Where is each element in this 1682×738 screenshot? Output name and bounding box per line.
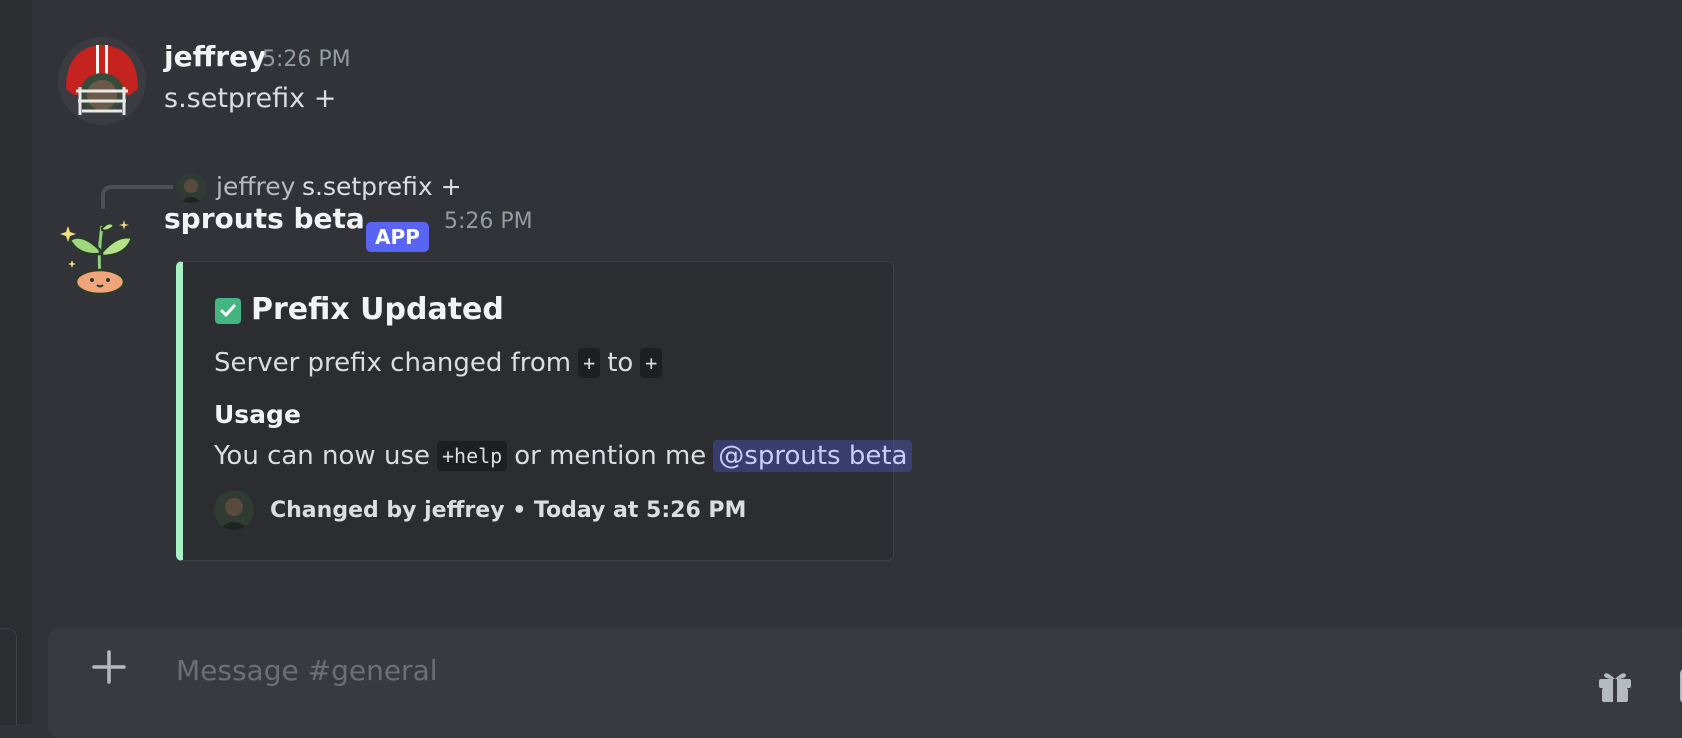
message-content: s.setprefix + bbox=[164, 83, 336, 114]
reply-content[interactable]: s.setprefix + bbox=[302, 172, 462, 201]
embed-field-value: You can now use +help or mention me @spr… bbox=[214, 440, 912, 472]
reply-author[interactable]: jeffrey bbox=[216, 172, 295, 201]
embed-footer: Changed by jeffrey • Today at 5:26 PM bbox=[270, 498, 746, 523]
embed-title: Prefix Updated bbox=[251, 292, 504, 327]
bot-avatar-sprouts[interactable] bbox=[58, 212, 146, 300]
message-timestamp: 5:26 PM bbox=[262, 47, 351, 72]
helmet-avatar-icon bbox=[58, 37, 146, 125]
message-composer bbox=[48, 628, 1682, 738]
check-box-icon bbox=[215, 298, 241, 324]
new-prefix-code: + bbox=[640, 348, 662, 378]
help-command-code: +help bbox=[437, 441, 507, 471]
message-input[interactable] bbox=[174, 648, 1378, 692]
description-to: to bbox=[607, 348, 633, 378]
user-avatar-jeffrey[interactable] bbox=[58, 37, 146, 125]
embed-field-name: Usage bbox=[214, 400, 301, 429]
chat-area: jeffrey 5:26 PM s.setprefix + jeffrey s.… bbox=[32, 0, 1682, 724]
usage-text: You can now use bbox=[214, 441, 430, 471]
channel-sidebar-edge bbox=[0, 0, 32, 724]
usage-middle-text: or mention me bbox=[514, 441, 706, 471]
bot-mention[interactable]: @sprouts beta bbox=[713, 440, 912, 472]
bot-timestamp: 5:26 PM bbox=[444, 209, 533, 234]
user-panel-edge bbox=[0, 628, 17, 725]
plus-icon[interactable] bbox=[84, 642, 134, 692]
message-author[interactable]: jeffrey bbox=[164, 40, 266, 73]
reply-avatar[interactable] bbox=[176, 173, 206, 203]
avatar-icon bbox=[176, 173, 206, 203]
avatar-icon bbox=[214, 490, 254, 530]
sprout-avatar-icon bbox=[58, 212, 146, 300]
app-badge: APP bbox=[366, 222, 429, 252]
gift-icon[interactable] bbox=[1596, 668, 1634, 704]
embed-description: Server prefix changed from + to + bbox=[214, 348, 662, 378]
footer-avatar bbox=[214, 490, 254, 530]
reply-connector bbox=[101, 185, 173, 209]
description-text: Server prefix changed from bbox=[214, 348, 571, 378]
old-prefix-code: + bbox=[578, 348, 600, 378]
embed-card: Prefix Updated Server prefix changed fro… bbox=[176, 261, 894, 561]
bot-author[interactable]: sprouts beta bbox=[164, 202, 365, 235]
